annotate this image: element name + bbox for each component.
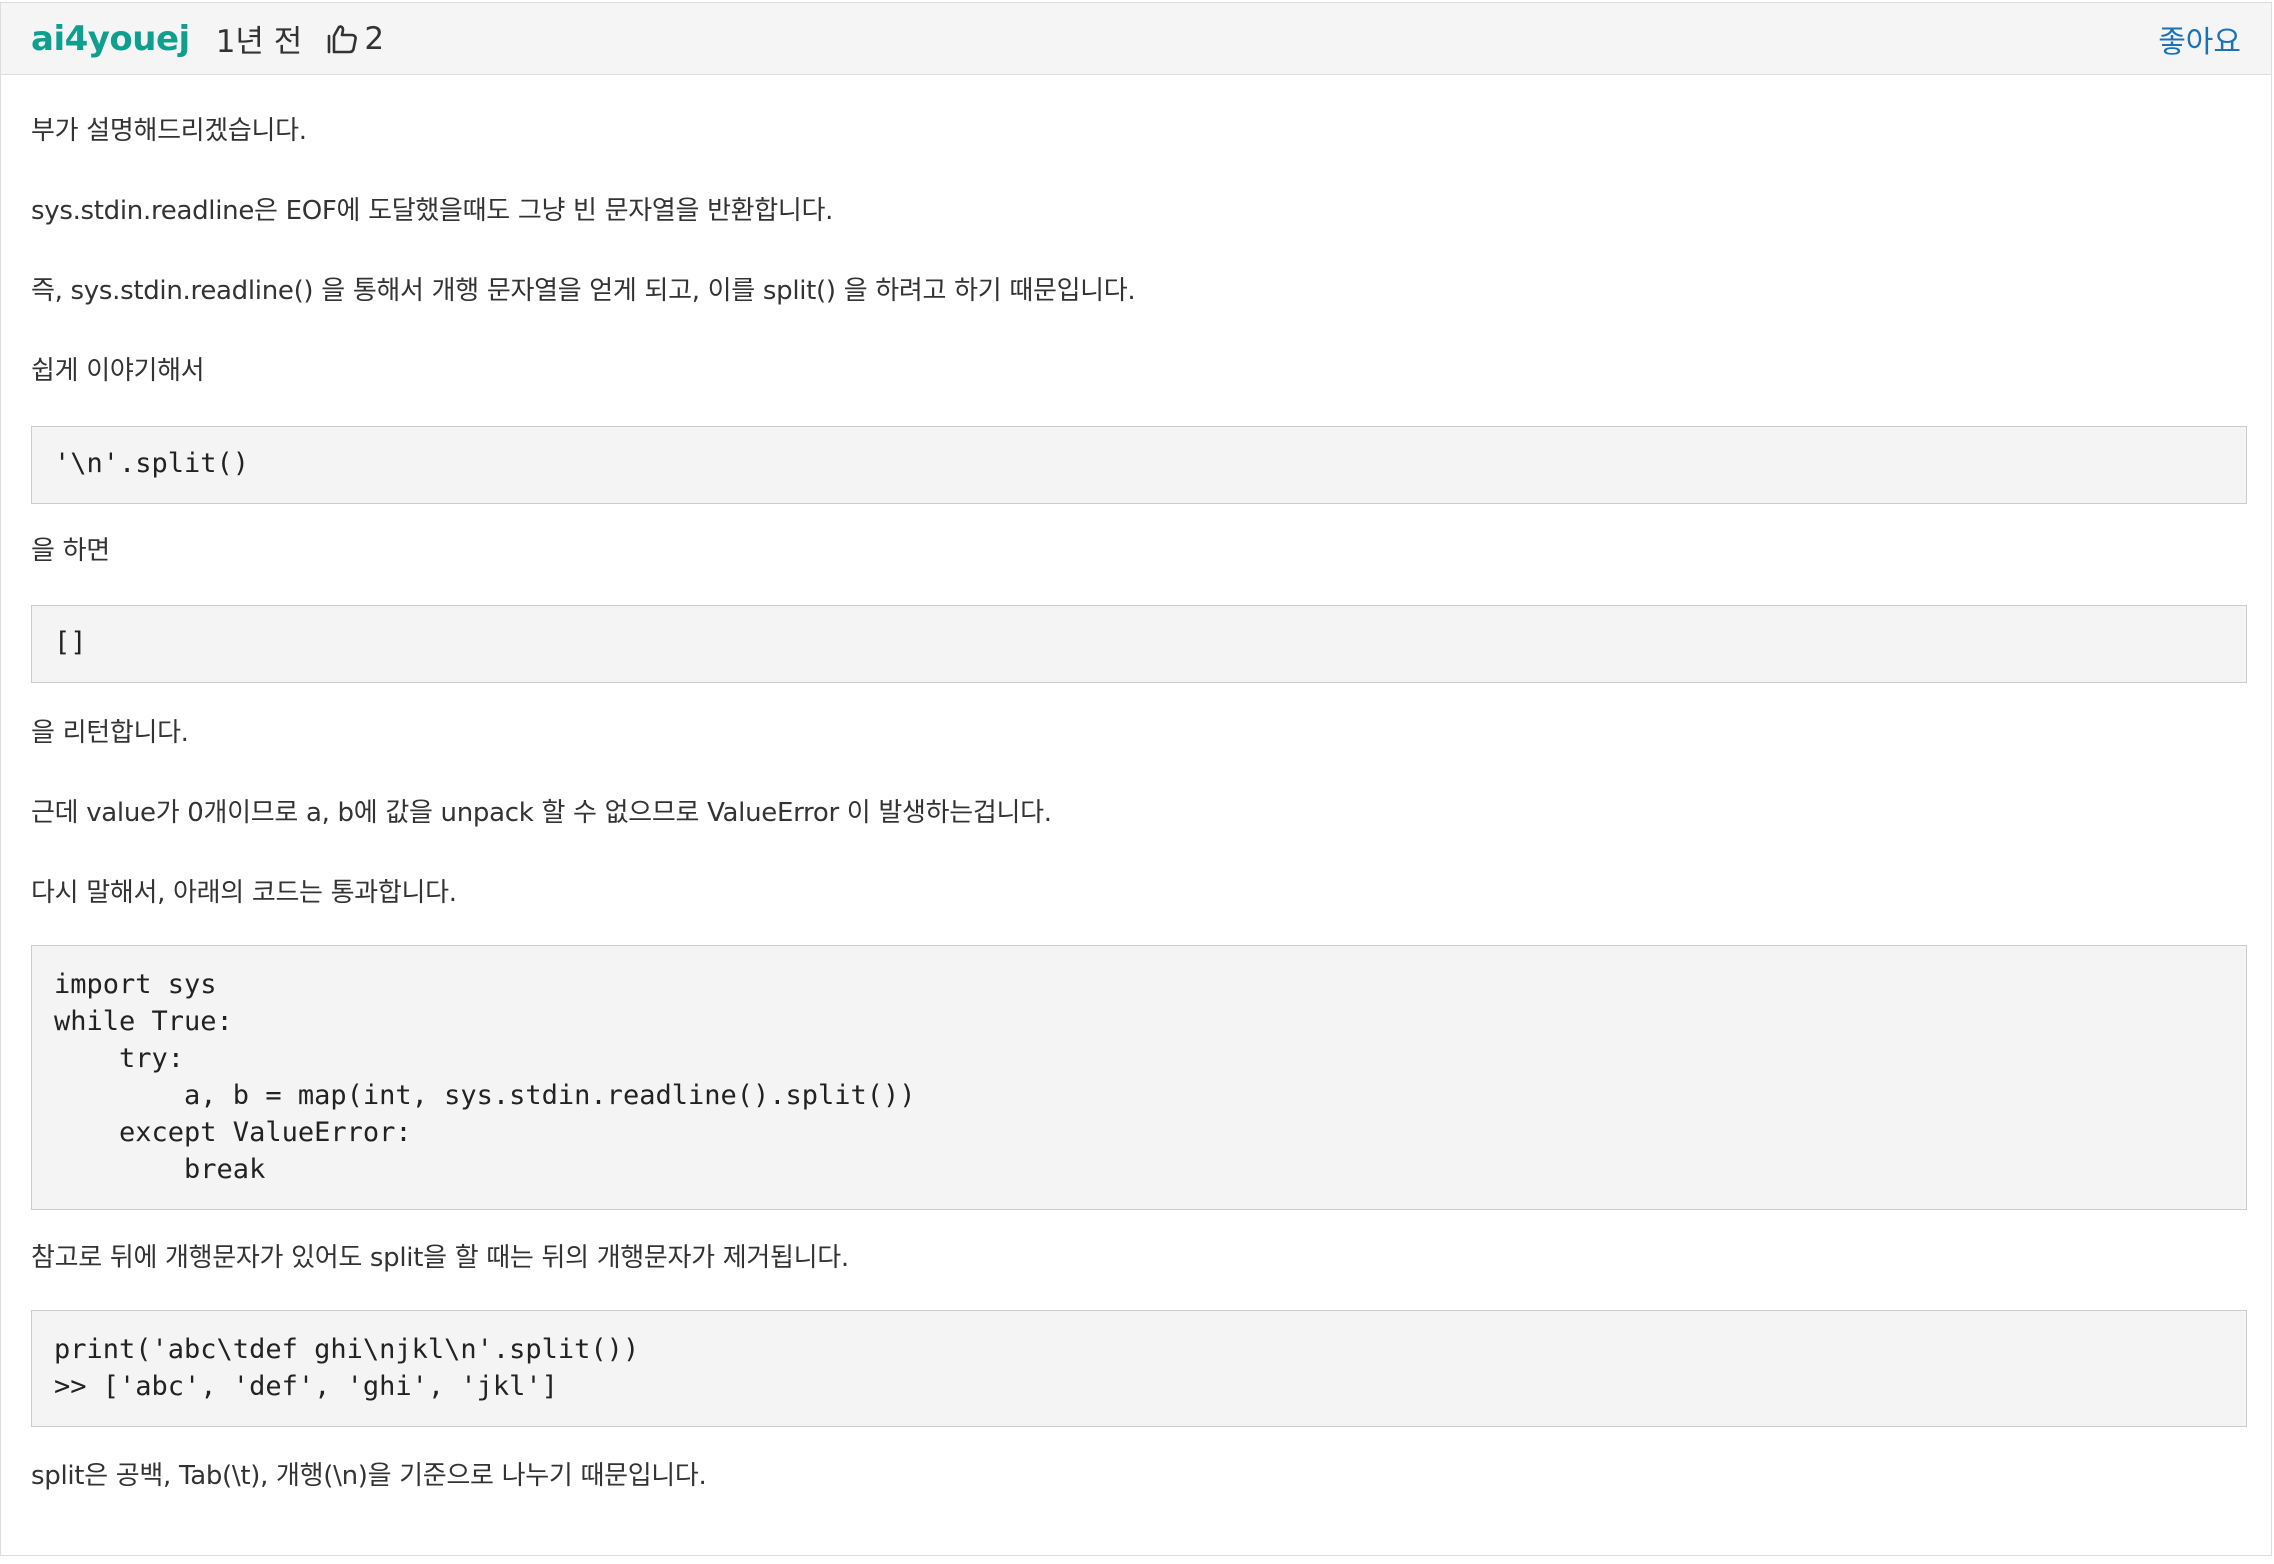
comment-paragraph: 을 하면 [31,536,110,566]
code-block: '\n'.split() [31,426,2247,504]
comment-paragraph: 을 리턴합니다. [31,718,189,748]
author-name[interactable]: ai4youej [31,19,190,59]
comment-paragraph: 근데 value가 0개이므로 a, b에 값을 unpack 할 수 없으므로… [31,798,1052,828]
comment-paragraph: 다시 말해서, 아래의 코드는 통과합니다. [31,878,457,908]
comment-paragraph: split은 공백, Tab(\t), 개행(\n)을 기준으로 나누기 때문입… [31,1461,707,1491]
comment-time: 1년 전 [215,24,303,60]
code-block: print('abc\tdef ghi\njkl\n'.split()) >> … [31,1310,2247,1427]
like-count-value: 2 [364,20,385,57]
comment-paragraph: sys.stdin.readline은 EOF에 도달했을때도 그냥 빈 문자열… [31,196,834,226]
comment-paragraph: 참고로 뒤에 개행문자가 있어도 split을 할 때는 뒤의 개행문자가 제거… [31,1243,849,1273]
like-count: 2 [326,21,384,57]
comment-paragraph: 쉽게 이야기해서 [31,356,205,386]
comment-paragraph: 부가 설명해드리겠습니다. [31,116,307,146]
comment-card: ai4youej 1년 전 2 좋아요 부가 설명해드리겠습니다. sys.st… [0,2,2272,1556]
comment-header: ai4youej 1년 전 2 좋아요 [1,3,2271,75]
code-block: import sys while True: try: a, b = map(i… [31,945,2247,1210]
comment-paragraph: 즉, sys.stdin.readline() 을 통해서 개행 문자열을 얻게… [31,276,1136,306]
like-button[interactable]: 좋아요 [2158,17,2241,61]
thumbs-up-icon [328,24,358,53]
code-block: [] [31,605,2247,683]
